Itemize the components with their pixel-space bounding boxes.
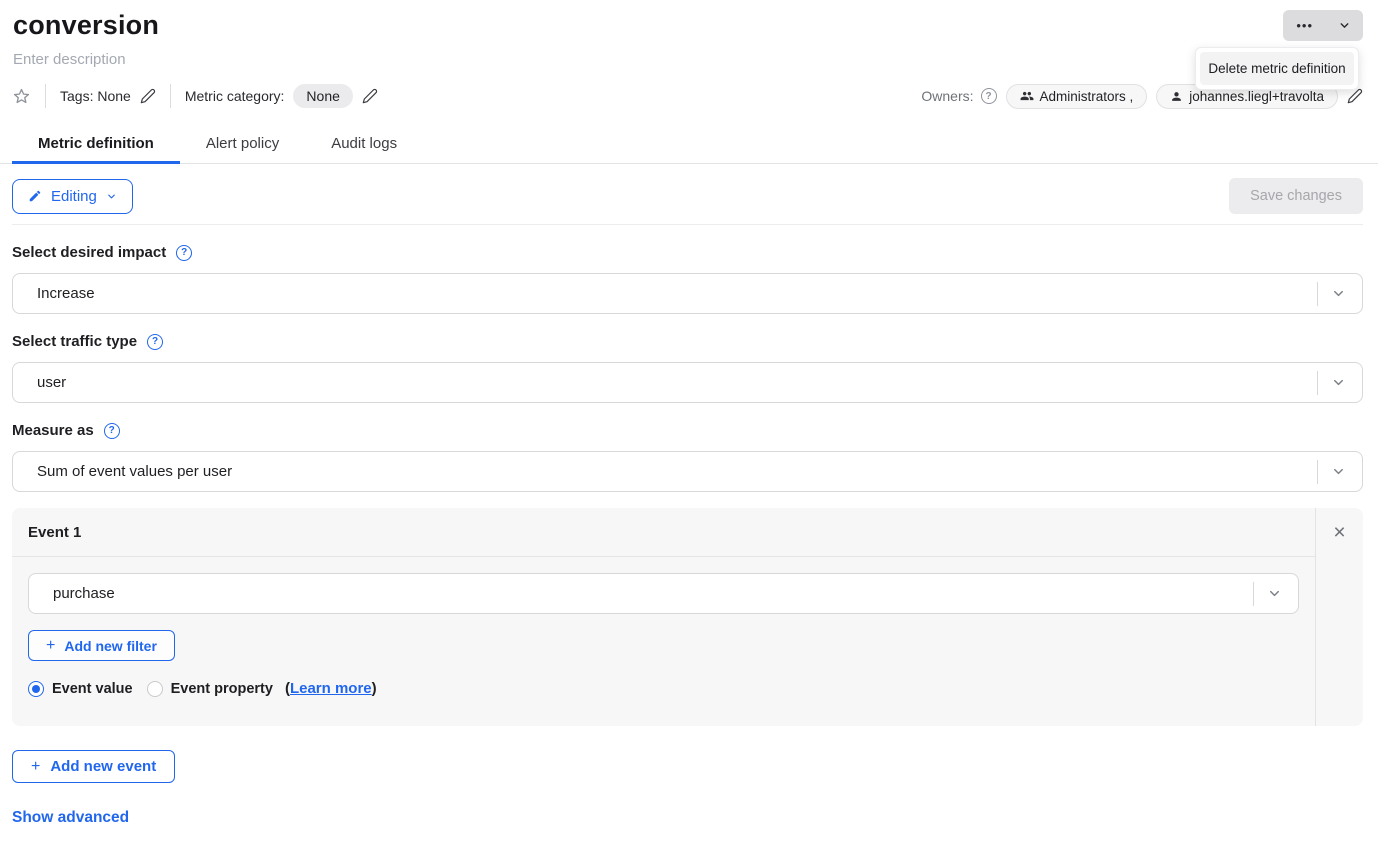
pencil-icon (362, 88, 378, 104)
people-icon (1020, 89, 1034, 103)
add-new-filter-button[interactable]: + Add new filter (28, 630, 175, 661)
tab-bar: Metric definition Alert policy Audit log… (0, 125, 1378, 164)
event-card-rail: × (1315, 508, 1363, 726)
traffic-field-label: Select traffic type ? (12, 333, 1363, 350)
more-options-button[interactable]: ••• (1283, 10, 1326, 41)
measure-help-icon[interactable]: ? (104, 423, 120, 439)
chevron-down-icon (1267, 586, 1282, 601)
impact-select[interactable]: Increase (12, 273, 1363, 314)
remove-event-button[interactable]: × (1326, 518, 1354, 546)
actions-dropdown-button[interactable] (1326, 10, 1363, 41)
learn-more-wrap: (Learn more) (285, 680, 377, 697)
radio-event-value-label[interactable]: Event value (52, 681, 133, 697)
tab-audit-logs[interactable]: Audit logs (305, 125, 423, 163)
event-card: Event 1 purchase + Add new filter (12, 508, 1363, 726)
divider (45, 84, 46, 108)
header-actions-group: ••• (1283, 10, 1363, 41)
chevron-down-icon (1331, 464, 1346, 479)
select-right (1317, 274, 1362, 313)
plus-icon: + (46, 638, 55, 654)
paren-close: ) (372, 680, 377, 697)
edit-category-button[interactable] (362, 88, 378, 104)
close-icon: × (1333, 521, 1345, 544)
menu-item-delete-metric[interactable]: Delete metric definition (1200, 52, 1354, 85)
editing-mode-button[interactable]: Editing (12, 179, 133, 214)
edit-tags-button[interactable] (140, 88, 156, 104)
show-advanced-link[interactable]: Show advanced (12, 809, 129, 827)
divider (1253, 582, 1254, 606)
actions-menu: Delete metric definition (1195, 47, 1359, 90)
chevron-down-icon (106, 191, 117, 202)
event-name-value: purchase (53, 585, 115, 602)
radio-event-value[interactable] (28, 681, 44, 697)
plus-icon: + (31, 759, 40, 775)
measure-label-text: Measure as (12, 422, 94, 439)
meta-left: Tags: None Metric category: None (12, 84, 378, 108)
more-icon: ••• (1296, 18, 1313, 33)
toolbar: Editing Save changes (12, 178, 1363, 214)
measure-select[interactable]: Sum of event values per user (12, 451, 1363, 492)
pencil-icon (140, 88, 156, 104)
chevron-down-icon (1338, 19, 1351, 32)
add-filter-label: Add new filter (64, 638, 157, 654)
person-icon (1170, 90, 1183, 103)
divider (1317, 460, 1318, 484)
owner-name: johannes.liegl+travolta (1189, 89, 1324, 104)
impact-help-icon[interactable]: ? (176, 245, 192, 261)
editing-label: Editing (51, 188, 97, 205)
radio-event-property[interactable] (147, 681, 163, 697)
page-title: conversion (13, 10, 1363, 41)
tab-alert-policy[interactable]: Alert policy (180, 125, 305, 163)
description-placeholder[interactable]: Enter description (13, 51, 1363, 68)
event-title: Event 1 (12, 508, 1315, 557)
owner-badge-administrators[interactable]: Administrators , (1006, 84, 1148, 109)
radio-event-property-label[interactable]: Event property (171, 681, 273, 697)
edit-owners-button[interactable] (1347, 88, 1363, 104)
tab-metric-definition[interactable]: Metric definition (12, 125, 180, 163)
add-event-label: Add new event (50, 758, 156, 775)
impact-label-text: Select desired impact (12, 244, 166, 261)
favorite-star-button[interactable] (12, 87, 31, 106)
traffic-label-text: Select traffic type (12, 333, 137, 350)
chevron-down-icon (1331, 375, 1346, 390)
learn-more-link[interactable]: Learn more (290, 680, 372, 697)
metric-category-badge[interactable]: None (293, 84, 352, 108)
owner-name: Administrators , (1040, 89, 1134, 104)
select-right (1317, 452, 1362, 491)
event-measure-radio-group: Event value Event property (Learn more) (28, 680, 1299, 697)
metric-definition-page: ••• Delete metric definition conversion … (0, 0, 1378, 851)
divider (1317, 371, 1318, 395)
meta-row: Tags: None Metric category: None Owners:… (12, 83, 1363, 109)
divider (170, 84, 171, 108)
chevron-down-icon (1331, 286, 1346, 301)
event-body: purchase + Add new filter (12, 557, 1315, 713)
tags-label: Tags: None (60, 88, 131, 104)
select-right (1317, 363, 1362, 402)
impact-field-label: Select desired impact ? (12, 244, 1363, 261)
measure-field-label: Measure as ? (12, 422, 1363, 439)
owners-label: Owners: (921, 88, 973, 104)
traffic-select[interactable]: user (12, 362, 1363, 403)
measure-select-value: Sum of event values per user (37, 463, 232, 480)
event-card-main: Event 1 purchase + Add new filter (12, 508, 1315, 726)
metric-category-label: Metric category: (185, 88, 285, 104)
impact-select-value: Increase (37, 285, 95, 302)
traffic-help-icon[interactable]: ? (147, 334, 163, 350)
save-changes-button[interactable]: Save changes (1229, 178, 1363, 214)
event-name-select[interactable]: purchase (28, 573, 1299, 614)
divider (12, 224, 1363, 225)
select-right (1253, 574, 1298, 613)
add-new-event-button[interactable]: + Add new event (12, 750, 175, 783)
pencil-icon (1347, 88, 1363, 104)
pencil-icon (28, 189, 42, 203)
traffic-select-value: user (37, 374, 66, 391)
star-icon (12, 87, 31, 106)
divider (1317, 282, 1318, 306)
owners-help-icon[interactable]: ? (981, 88, 997, 104)
